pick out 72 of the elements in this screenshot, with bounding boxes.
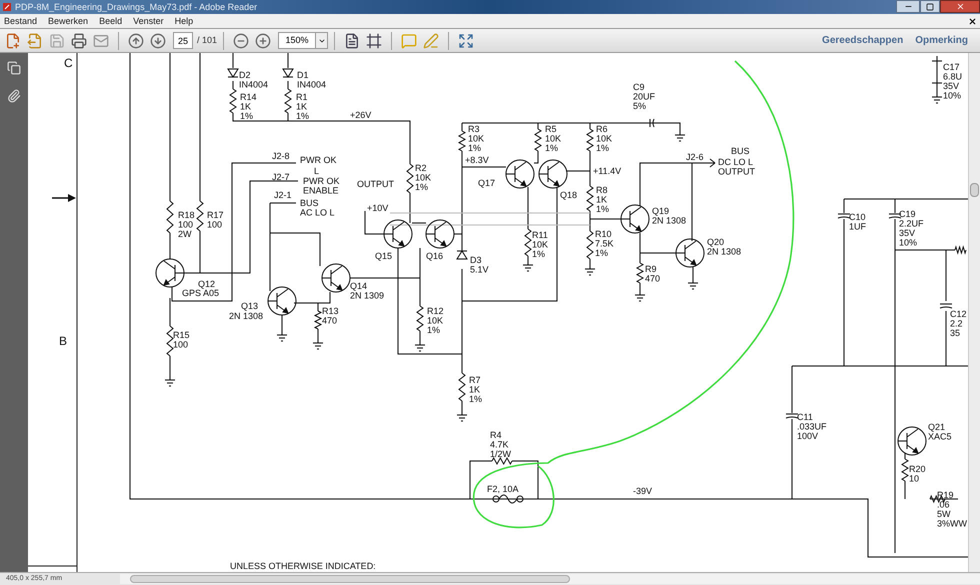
- component-label: +10V: [367, 203, 388, 213]
- component-label: L: [314, 166, 320, 176]
- menu-item[interactable]: Bewerken: [48, 16, 88, 26]
- component-label: R5 10K 1%: [545, 124, 562, 153]
- window-title: PDP-8M_Engineering_Drawings_May73.pdf - Adobe Reader: [15, 2, 258, 12]
- component-label: R1 1K 1%: [296, 92, 310, 121]
- component-label: R20 10: [909, 464, 926, 484]
- zone-label: B: [59, 334, 68, 348]
- component-label: PWR OK ENABLE: [303, 176, 340, 196]
- component-label: Q17: [478, 178, 496, 188]
- component-label: Q14 2N 1309: [350, 281, 384, 300]
- component-label: R19 .06 5W 3%WW: [937, 490, 967, 528]
- page-count: / 101: [197, 34, 218, 47]
- component-label: Q19 2N 1308: [652, 206, 686, 226]
- component-label: R6 10K 1%: [596, 124, 612, 153]
- component-label: R8 1K 1%: [596, 185, 610, 214]
- component-label: R2 10K 1%: [415, 163, 432, 192]
- component-label: R7 1K 1%: [469, 375, 482, 404]
- component-label: Q18: [560, 190, 578, 200]
- component-label: J2-6: [686, 152, 704, 162]
- component-label: J2-1: [274, 190, 292, 200]
- page-number-field[interactable]: 25: [173, 32, 193, 49]
- component-label: R11 10K 1%: [532, 230, 548, 259]
- component-label: -39V: [633, 486, 652, 496]
- component-label: PWR OK: [300, 155, 337, 165]
- zoom-field[interactable]: 150%: [278, 32, 328, 49]
- component-label: R10 7.5K 1%: [595, 229, 614, 258]
- zoom-value: 150%: [284, 34, 310, 47]
- component-label: C19 2.2UF 35V 10%: [899, 209, 924, 248]
- component-label: C10 1UF: [849, 212, 866, 232]
- component-label: Q20 2N 1308: [707, 237, 742, 256]
- component-label: C9 20UF 5%: [633, 82, 656, 111]
- component-label: R12 10K 1%: [427, 306, 444, 335]
- component-label: R14 1K 1%: [240, 92, 257, 121]
- component-label: GPS A05: [182, 288, 220, 298]
- component-label: D1 IN4004: [297, 70, 326, 90]
- component-label: R3 10K 1%: [468, 124, 484, 153]
- component-label: Q15: [375, 251, 392, 261]
- component-label: D3 5.1V: [470, 255, 489, 274]
- panel-button[interactable]: Opmerking: [915, 33, 968, 48]
- component-label: +26V: [350, 110, 372, 120]
- zone-label: C: [64, 56, 73, 70]
- component-label: J2-7: [272, 172, 290, 182]
- component-label: R17 100: [207, 210, 224, 230]
- component-label: R13 470: [322, 306, 339, 326]
- component-label: DC LO L OUTPUT: [718, 157, 755, 176]
- component-label: C11 .033UF 100V: [797, 412, 827, 441]
- component-label: R9 470: [645, 264, 660, 284]
- component-label: D2 IN4004: [239, 70, 268, 90]
- component-label: R4 4.7K 1/2W: [490, 430, 512, 459]
- menu-item[interactable]: Beeld: [99, 16, 122, 26]
- component-label: F2, 10A: [487, 484, 519, 494]
- component-label: J2-8: [272, 151, 290, 161]
- component-label: +8.3V: [465, 155, 489, 165]
- menu-item[interactable]: Venster: [133, 16, 164, 26]
- component-label: BUS AC LO L: [300, 198, 335, 218]
- menu-item[interactable]: Bestand: [4, 16, 38, 26]
- component-label: Q16: [426, 251, 444, 261]
- component-label: +11.4V: [593, 166, 622, 176]
- component-label: BUS: [731, 146, 750, 156]
- drawing-note: UNLESS OTHERWISE INDICATED:: [230, 561, 376, 571]
- component-label: 2N 1308: [229, 311, 264, 321]
- panel-button[interactable]: Gereedschappen: [822, 33, 904, 48]
- component-label: R18 100 2W: [178, 210, 195, 239]
- menu-item[interactable]: Help: [174, 16, 194, 26]
- component-label: C17 6.8U 35V 10%: [943, 62, 962, 100]
- component-label: Q12: [198, 279, 216, 289]
- component-label: Q13: [241, 301, 258, 311]
- component-label: C12 2.2 35: [950, 309, 967, 338]
- component-label: OUTPUT: [357, 179, 394, 189]
- component-label: R15 100: [173, 330, 190, 350]
- component-label: Q21 XAC5: [928, 422, 952, 442]
